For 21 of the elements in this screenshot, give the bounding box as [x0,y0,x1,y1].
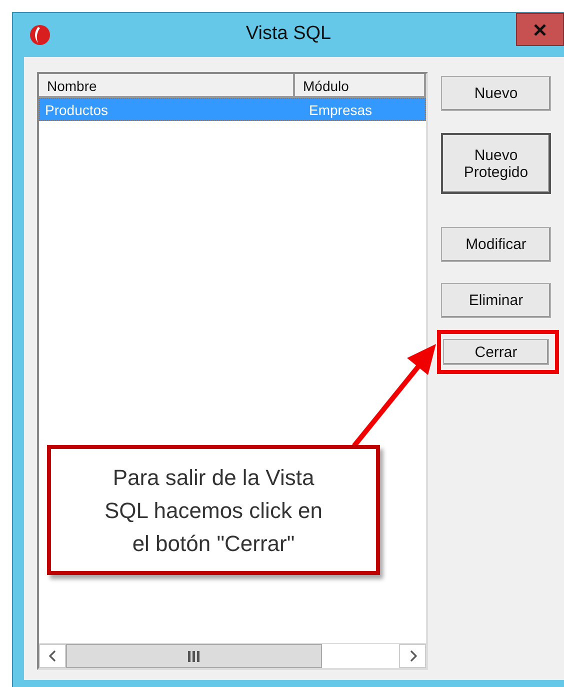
grip-icon [188,650,200,662]
action-button[interactable]: Modificar [441,227,551,262]
app-logo-icon [29,24,51,46]
scroll-thumb[interactable] [66,644,322,668]
column-header[interactable]: Módulo [295,74,426,98]
window-title: Vista SQL [244,23,332,45]
scroll-left-button[interactable] [39,644,66,668]
action-button[interactable]: Nuevo Protegido [441,133,551,194]
table-cell-text: Productos [44,102,110,118]
action-button[interactable]: Nuevo [441,76,551,111]
horizontal-scrollbar[interactable] [39,643,426,668]
close-icon [534,24,546,36]
column-header[interactable]: Nombre [39,74,295,98]
table-cell-text: Empresas [308,102,374,118]
annotation-text: Para salir de la Vista SQL hacemos click en el botón "Cerrar" [103,464,324,558]
action-button[interactable]: Eliminar [441,283,551,318]
chevron-right-icon [408,650,416,662]
action-button[interactable]: Cerrar [443,339,549,365]
chevron-left-icon [48,650,56,662]
close-button[interactable] [516,13,564,46]
scroll-right-button[interactable] [399,644,426,668]
